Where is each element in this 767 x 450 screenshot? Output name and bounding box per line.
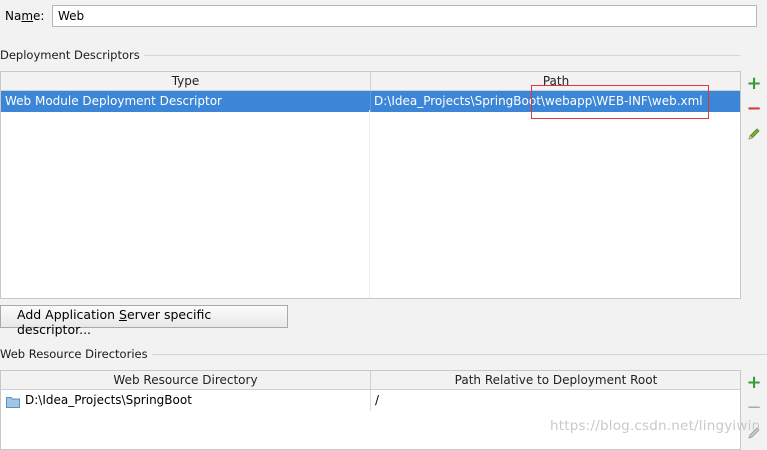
resource-toolbar: + − [741,370,767,446]
cell-divider [370,91,371,112]
web-resource-directories-title: Web Resource Directories [0,347,152,361]
name-label: Name: [5,9,45,23]
table-row[interactable]: Web Module Deployment Descriptor D:\Idea… [1,91,740,112]
plus-icon[interactable]: + [745,374,763,392]
plus-icon[interactable]: + [745,75,763,93]
cell-directory: D:\Idea_Projects\SpringBoot [25,393,192,407]
table-header: Type Path [1,72,740,91]
add-server-descriptor-button[interactable]: Add Application Server specific descript… [0,305,288,337]
deployment-descriptors-title: Deployment Descriptors [0,48,144,62]
column-header-relative-path[interactable]: Path Relative to Deployment Root [371,371,740,389]
cell-relative-path: / [375,393,380,407]
column-header-path[interactable]: Path [371,72,740,90]
cell-type: Web Module Deployment Descriptor [5,94,222,108]
column-header-directory[interactable]: Web Resource Directory [1,371,370,389]
deployment-descriptors-table[interactable]: Type Path Web Module Deployment Descript… [0,71,741,299]
name-input[interactable] [52,5,757,27]
cell-path: D:\Idea_Projects\SpringBoot\webapp\WEB-I… [374,94,703,108]
table-row[interactable]: D:\Idea_Projects\SpringBoot / [1,390,740,411]
minus-icon[interactable]: − [745,100,763,118]
column-header-type[interactable]: Type [1,72,370,90]
minus-icon[interactable]: − [745,399,763,417]
watermark: https://blog.csdn.net/lingyiwin [550,418,761,434]
pencil-icon[interactable] [745,127,763,145]
descriptor-toolbar: + − [741,71,767,299]
table-header: Web Resource Directory Path Relative to … [1,371,740,390]
web-resource-table[interactable]: Web Resource Directory Path Relative to … [0,370,741,450]
folder-icon [6,394,20,408]
column-divider [369,110,370,298]
cell-divider [370,390,371,411]
